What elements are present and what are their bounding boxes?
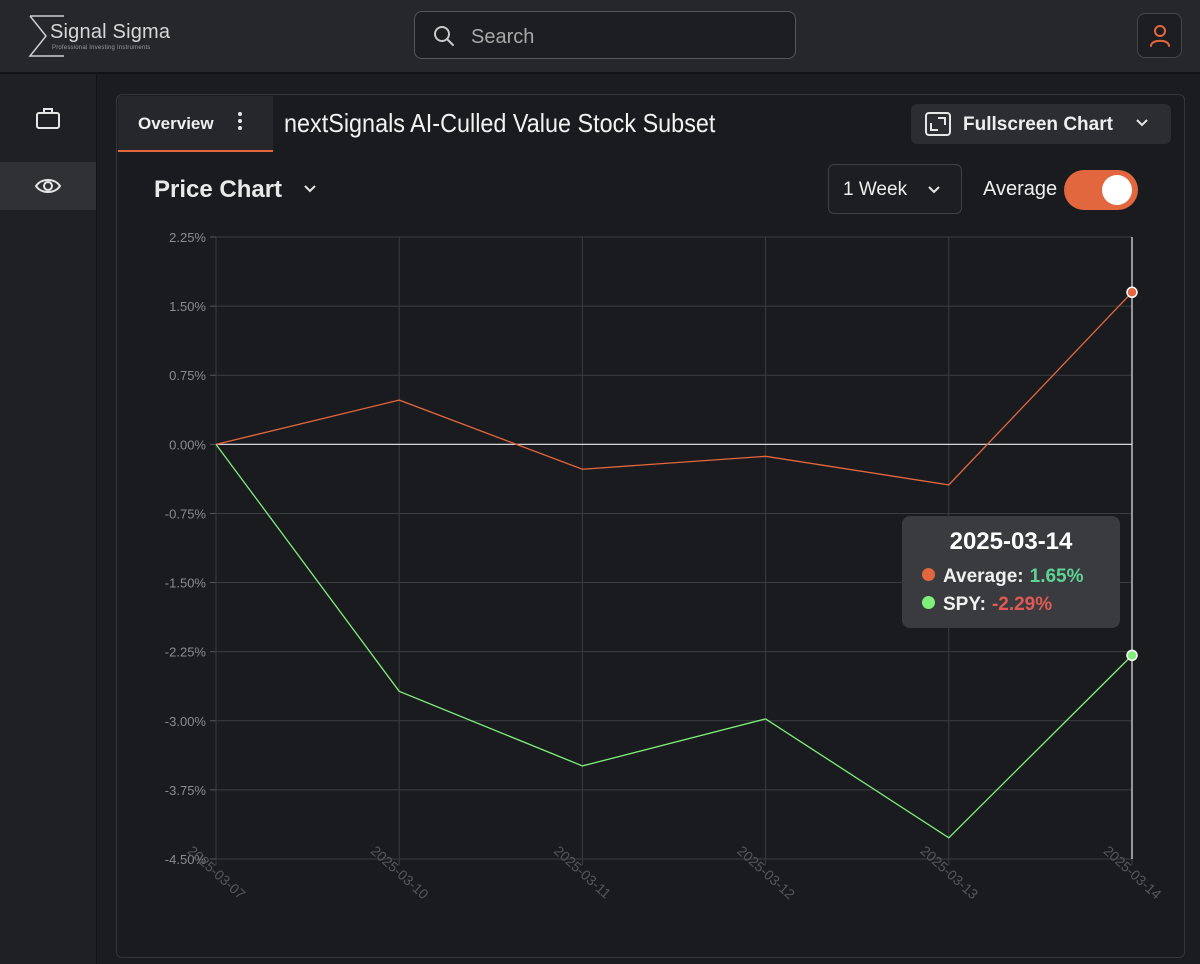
y-tick-label: -3.00%: [165, 714, 207, 729]
chart-tooltip: 2025-03-14 Average: 1.65% SPY: -2.29%: [902, 516, 1120, 628]
y-tick-label: -3.75%: [165, 783, 207, 798]
y-tick-label: -2.25%: [165, 645, 207, 660]
point-marker-spy: [1126, 649, 1138, 662]
price-chart[interactable]: 2.25% 1.50% 0.75% 0.00% -0.75% -1.50% -2.25% -3…: [0, 0, 1200, 964]
tooltip-row-spy: SPY: -2.29%: [922, 594, 1052, 616]
spy-legend-dot: [922, 596, 935, 610]
tooltip-date: 2025-03-14: [949, 528, 1073, 555]
series-line-average: [215, 291, 1133, 486]
average-legend-dot: [922, 568, 935, 582]
tooltip-spy-value: -2.29%: [991, 594, 1053, 615]
y-tick-label: 0.75%: [169, 368, 206, 383]
tooltip-average-name: Average:: [943, 566, 1024, 587]
y-tick-label: 0.00%: [169, 437, 206, 452]
x-tick-label: 2025-03-12: [734, 842, 798, 902]
tooltip-spy-name: SPY:: [943, 594, 986, 615]
x-tick-label: 2025-03-14: [1101, 842, 1165, 902]
y-tick-label: 1.50%: [169, 299, 206, 314]
x-tick-label: 2025-03-07: [185, 842, 249, 902]
y-tick-label: -1.50%: [165, 576, 207, 591]
x-tick-label: 2025-03-13: [917, 842, 981, 902]
y-tick-label: -0.75%: [165, 506, 207, 521]
y-tick-label: 2.25%: [169, 230, 206, 245]
tooltip-average-value: 1.65%: [1029, 566, 1084, 587]
series-line-spy: [215, 443, 1133, 839]
point-marker-average: [1126, 286, 1138, 299]
tooltip-row-average: Average: 1.65%: [922, 566, 1084, 588]
x-tick-label: 2025-03-10: [368, 842, 432, 902]
